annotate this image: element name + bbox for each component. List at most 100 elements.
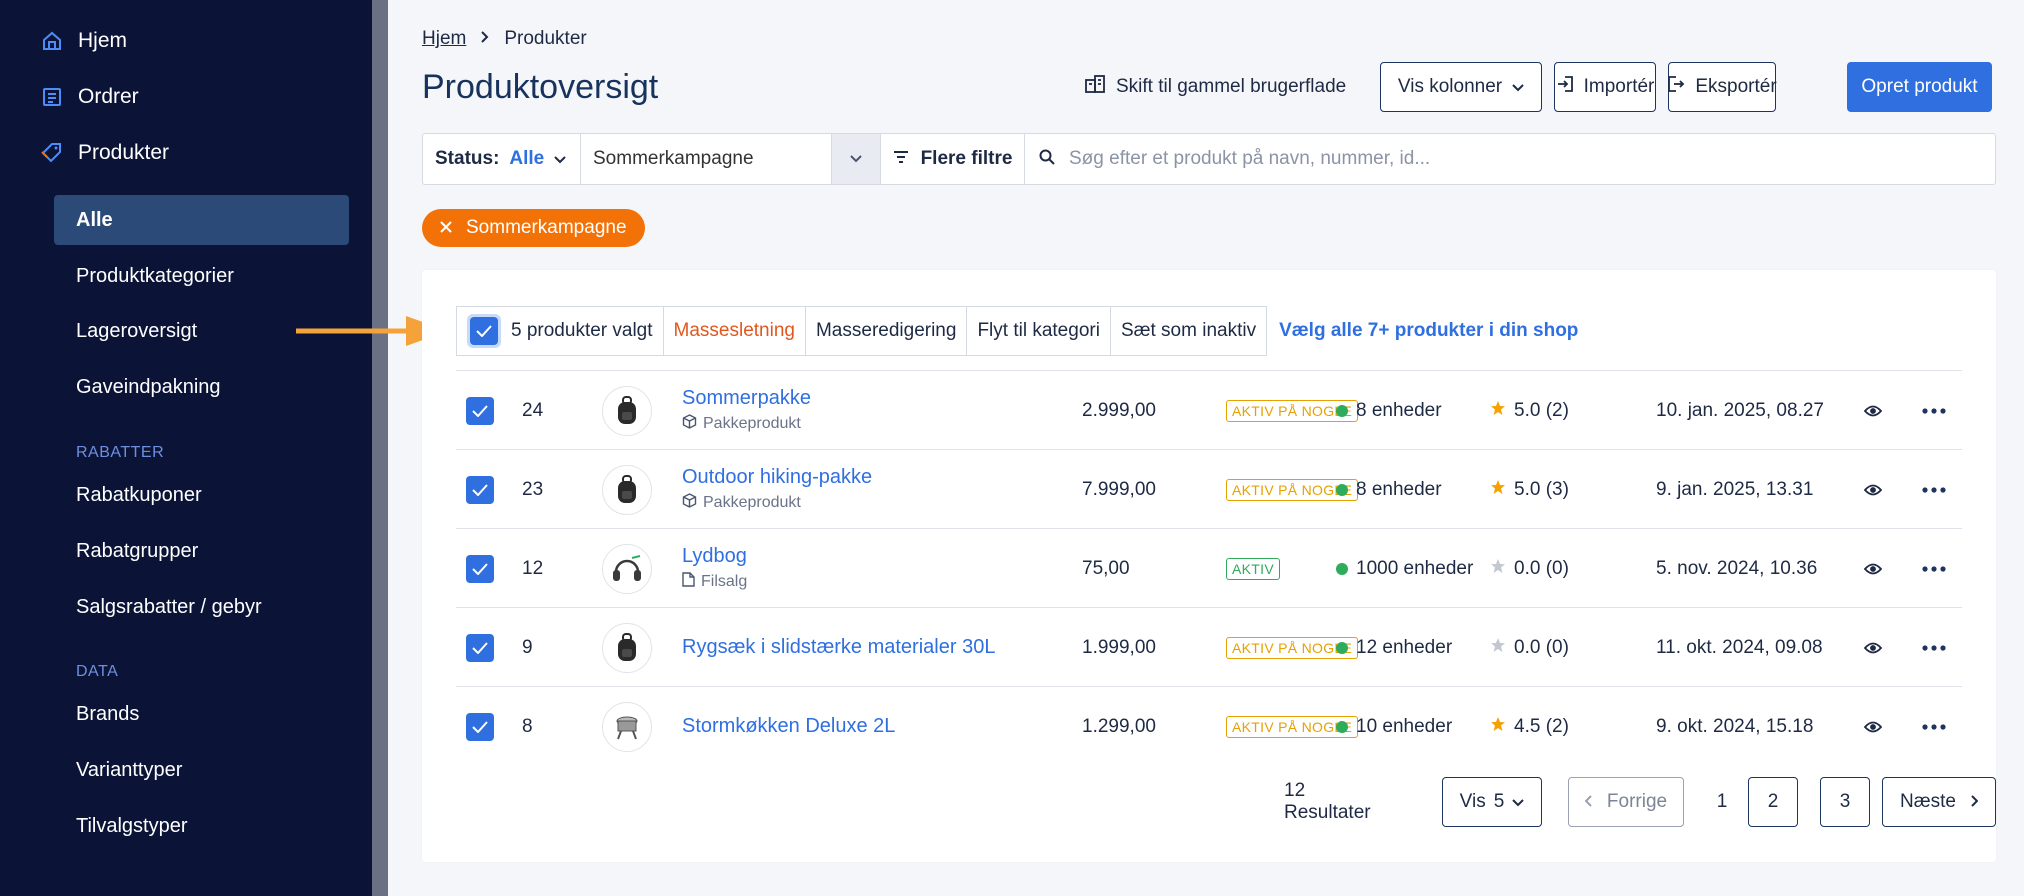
status-filter[interactable]: Status: Alle: [423, 134, 581, 184]
row-checkbox[interactable]: [466, 529, 494, 608]
close-icon[interactable]: [440, 217, 452, 239]
star-icon: [1490, 558, 1506, 580]
set-inactive-button[interactable]: Sæt som inaktiv: [1110, 306, 1268, 356]
orders-icon: [40, 85, 64, 109]
sidebar-item-giftwrap[interactable]: Gaveindpakning: [54, 362, 349, 412]
product-name-link[interactable]: Sommerpakke: [682, 387, 811, 410]
search-input[interactable]: [1069, 148, 1969, 170]
product-name-link[interactable]: Outdoor hiking-pakke: [682, 466, 872, 489]
product-name-link[interactable]: Rygsæk i slidstærke materialer 30L: [682, 636, 995, 659]
product-name-link[interactable]: Lydbog: [682, 545, 747, 568]
campaign-select[interactable]: Sommerkampagne: [581, 134, 831, 184]
eye-icon[interactable]: [1864, 529, 1882, 608]
sidebar-item-brands[interactable]: Brands: [54, 689, 349, 739]
stock-cell: 8 enheder: [1336, 450, 1442, 529]
checkbox-checked-icon: [466, 554, 494, 583]
eye-icon[interactable]: [1864, 608, 1882, 687]
sidebar-item-home[interactable]: Hjem: [40, 29, 127, 53]
checkbox-checked-icon: [470, 317, 498, 345]
sidebar-divider: [372, 0, 388, 896]
product-table-card: 5 produkter valgt Massesletning Massered…: [422, 270, 1996, 862]
import-button-label: Importér: [1583, 76, 1655, 97]
more-actions-icon[interactable]: [1922, 687, 1946, 766]
export-button[interactable]: Eksportér: [1668, 62, 1777, 112]
table-row[interactable]: 12 Lydbog Filsalg 75,00 AKTIV 1000 enhed…: [456, 528, 1962, 607]
select-all-products-link[interactable]: Vælg alle 7+ produkter i din shop: [1267, 306, 1578, 356]
page-button-3[interactable]: 3: [1820, 777, 1870, 827]
next-page-button[interactable]: Næste: [1882, 777, 1996, 827]
campaign-select-toggle[interactable]: [831, 134, 881, 184]
results-count: 12 Resultater: [1284, 780, 1371, 823]
move-to-category-button[interactable]: Flyt til kategori: [967, 306, 1111, 356]
backpack-image: [602, 622, 652, 673]
page-size-value: 5: [1493, 791, 1505, 812]
previous-page-button[interactable]: Forrige: [1568, 777, 1684, 827]
page-button-2[interactable]: 2: [1748, 777, 1798, 827]
product-name-link[interactable]: Stormkøkken Deluxe 2L: [682, 715, 895, 738]
chevron-down-icon: [1512, 791, 1525, 813]
product-price: 1.299,00: [1082, 715, 1156, 737]
sidebar-item-sales-discounts[interactable]: Salgsrabatter / gebyr: [54, 582, 349, 632]
rating-value: 5.0 (3): [1514, 478, 1569, 500]
product-price: 7.999,00: [1082, 478, 1156, 500]
sidebar-item-variant-types[interactable]: Varianttyper: [54, 745, 349, 795]
product-name-cell: Sommerpakke Pakkeprodukt: [682, 371, 811, 450]
sidebar-item-categories[interactable]: Produktkategorier: [54, 251, 349, 301]
eye-icon[interactable]: [1864, 687, 1882, 766]
more-actions-icon[interactable]: [1922, 529, 1946, 608]
row-checkbox[interactable]: [466, 371, 494, 450]
rating-cell: 5.0 (3): [1490, 450, 1569, 529]
rating-cell: 4.5 (2): [1490, 687, 1569, 766]
table-row[interactable]: 9 Rygsæk i slidstærke materialer 30L 1.9…: [456, 607, 1962, 686]
product-date: 10. jan. 2025, 08.27: [1656, 399, 1824, 421]
table-row[interactable]: 24 Sommerpakke Pakkeprodukt 2.999,00 AKT…: [456, 370, 1962, 449]
chevron-left-icon: [1584, 791, 1593, 813]
star-icon: [1490, 479, 1506, 501]
sidebar-item-label: Produkter: [78, 141, 170, 164]
sidebar-item-coupons[interactable]: Rabatkuponer: [54, 470, 349, 520]
chevron-right-icon: [1970, 791, 1979, 813]
stock-cell: 1000 enheder: [1336, 529, 1473, 608]
sidebar-item-discount-groups[interactable]: Rabatgrupper: [54, 526, 349, 576]
breadcrumb-home-link[interactable]: Hjem: [422, 28, 466, 50]
row-checkbox[interactable]: [466, 608, 494, 687]
eye-icon[interactable]: [1864, 450, 1882, 529]
rating-value: 0.0 (0): [1514, 557, 1569, 579]
row-checkbox[interactable]: [466, 450, 494, 529]
sidebar-item-option-types[interactable]: Tilvalgstyper: [54, 801, 349, 851]
star-icon: [1490, 637, 1506, 659]
select-all-checkbox[interactable]: [467, 314, 501, 348]
bulk-edit-button[interactable]: Masseredigering: [805, 306, 968, 356]
building-icon: [1084, 74, 1106, 100]
home-icon: [40, 29, 64, 53]
table-row[interactable]: 8 Stormkøkken Deluxe 2L 1.299,00 AKTIV P…: [456, 686, 1962, 765]
columns-button[interactable]: Vis kolonner: [1380, 62, 1542, 112]
main-content: Hjem Produkter Produktoversigt Skift til…: [388, 0, 2024, 896]
more-actions-icon[interactable]: [1922, 450, 1946, 529]
sidebar-item-label: Gaveindpakning: [76, 375, 221, 398]
import-button[interactable]: Importér: [1554, 62, 1656, 112]
active-filter-chip[interactable]: Sommerkampagne: [422, 209, 645, 247]
page-button-1[interactable]: 1: [1704, 777, 1740, 827]
row-checkbox[interactable]: [466, 687, 494, 766]
more-actions-icon[interactable]: [1922, 608, 1946, 687]
create-product-button[interactable]: Opret produkt: [1847, 62, 1992, 112]
product-subtype-label: Pakkeprodukt: [703, 415, 801, 432]
sidebar-item-orders[interactable]: Ordrer: [40, 85, 139, 109]
sidebar-item-label: Ordrer: [78, 85, 139, 108]
product-name-cell: Outdoor hiking-pakke Pakkeprodukt: [682, 450, 872, 529]
chevron-right-icon: [480, 28, 490, 50]
product-subtype: Filsalg: [682, 572, 747, 592]
sidebar-item-all[interactable]: Alle: [54, 195, 349, 245]
page-size-select[interactable]: Vis 5: [1442, 777, 1542, 827]
section-heading-discounts: RABATTER: [76, 444, 165, 461]
switch-ui-link[interactable]: Skift til gammel brugerflade: [1084, 74, 1346, 100]
eye-icon[interactable]: [1864, 371, 1882, 450]
previous-page-label: Forrige: [1606, 791, 1668, 812]
bulk-delete-button[interactable]: Massesletning: [663, 306, 806, 356]
checkbox-checked-icon: [466, 633, 494, 662]
more-actions-icon[interactable]: [1922, 371, 1946, 450]
sidebar-item-products[interactable]: Produkter: [40, 141, 169, 165]
more-filters-button[interactable]: Flere filtre: [881, 134, 1025, 184]
table-row[interactable]: 23 Outdoor hiking-pakke Pakkeprodukt 7.9…: [456, 449, 1962, 528]
